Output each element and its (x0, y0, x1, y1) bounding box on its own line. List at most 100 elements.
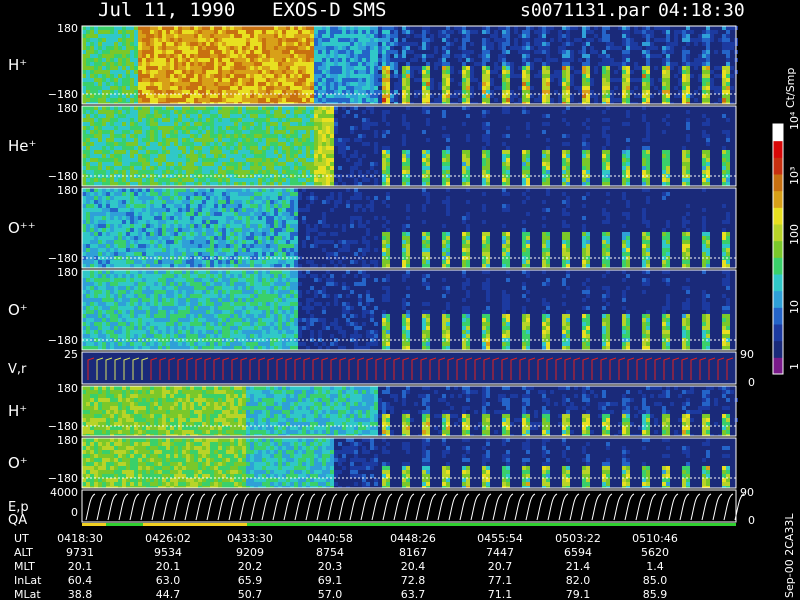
spectro-cell (394, 86, 398, 90)
spectro-cell (598, 62, 602, 66)
spectro-cell (298, 90, 302, 94)
spectro-cell (102, 142, 106, 146)
spectro-cell (114, 170, 118, 174)
spectro-cell (182, 122, 186, 126)
spectro-cell (118, 252, 122, 256)
spectro-cell (102, 58, 106, 62)
spectro-cell (126, 134, 130, 138)
spectro-cell (106, 58, 110, 62)
spectro-cell (254, 62, 258, 66)
spectro-cell (186, 122, 190, 126)
spectro-cell (306, 130, 310, 134)
spectro-cell (198, 54, 202, 58)
spectro-cell (126, 216, 130, 220)
spectro-cell (310, 158, 314, 162)
spectro-cell (554, 70, 558, 74)
spectro-cell (118, 240, 122, 244)
spectro-cell (422, 34, 426, 38)
spectro-cell (194, 240, 198, 244)
spectro-cell (146, 182, 150, 186)
spectro-cell (314, 170, 318, 174)
spectro-cell (170, 208, 174, 212)
spectro-cell (114, 166, 118, 170)
spectro-cell (194, 200, 198, 204)
spectro-cell (546, 138, 550, 142)
spectro-cell (90, 244, 94, 248)
spectro-cell (118, 26, 122, 30)
spectro-cell (274, 58, 278, 62)
spectro-cell (82, 62, 86, 66)
spectro-cell (214, 178, 218, 182)
spectro-cell (214, 170, 218, 174)
spectro-cell (234, 182, 238, 186)
spectro-cell (286, 26, 290, 30)
spectro-cell (186, 58, 190, 62)
spectro-cell (142, 38, 146, 42)
spectro-cell (370, 26, 374, 30)
spectro-cell (106, 118, 110, 122)
spectro-cell (642, 50, 646, 54)
spectro-cell (286, 106, 290, 110)
spectro-cell (298, 86, 302, 90)
spectro-cell (174, 138, 178, 142)
spectro-cell (202, 78, 206, 82)
spectro-cell (626, 154, 630, 158)
spectro-cell (226, 34, 230, 38)
spectro-cell (202, 106, 206, 110)
spectro-cell (326, 110, 330, 114)
spectro-cell (170, 26, 174, 30)
spectro-cell (258, 138, 262, 142)
spectro-cell (126, 34, 130, 38)
spectro-cell (358, 54, 362, 58)
spectro-cell (266, 38, 270, 42)
spectro-cell (290, 134, 294, 138)
spectro-cell (446, 162, 450, 166)
spectro-cell (114, 118, 118, 122)
spectro-cell (462, 62, 466, 66)
spectro-cell (150, 114, 154, 118)
spectro-cell (114, 86, 118, 90)
spectro-cell (286, 58, 290, 62)
spectro-cell (386, 82, 390, 86)
spectro-cell (646, 130, 650, 134)
spectro-cell (606, 58, 610, 62)
spectro-cell (290, 182, 294, 186)
spectro-cell (646, 50, 650, 54)
spectro-cell (178, 200, 182, 204)
spectro-cell (546, 26, 550, 30)
spectro-cell (366, 42, 370, 46)
spectro-cell (334, 122, 338, 126)
spectro-cell (154, 158, 158, 162)
spectro-cell (174, 78, 178, 82)
spectro-cell (290, 62, 294, 66)
spectro-cell (94, 158, 98, 162)
spectro-cell (334, 182, 338, 186)
spectro-cell (690, 62, 694, 66)
spectro-cell (446, 66, 450, 70)
spectro-cell (542, 130, 546, 134)
spectro-cell (162, 58, 166, 62)
spectro-cell (90, 42, 94, 46)
spectro-cell (418, 70, 422, 74)
spectro-cell (566, 38, 570, 42)
spectro-cell (230, 150, 234, 154)
spectro-cell (106, 26, 110, 30)
spectro-cell (218, 110, 222, 114)
spectro-cell (542, 50, 546, 54)
spectro-cell (506, 110, 510, 114)
spectro-cell (622, 50, 626, 54)
spectro-cell (258, 70, 262, 74)
spectro-cell (262, 118, 266, 122)
spectro-cell (234, 94, 238, 98)
spectro-cell (118, 232, 122, 236)
spectro-cell (234, 170, 238, 174)
spectro-cell (130, 220, 134, 224)
spectro-cell (226, 154, 230, 158)
spectro-cell (478, 82, 482, 86)
spectro-cell (326, 126, 330, 130)
spectro-cell (94, 82, 98, 86)
spectro-cell (98, 264, 102, 268)
spectro-cell (574, 38, 578, 42)
spectro-cell (238, 166, 242, 170)
spectro-cell (134, 34, 138, 38)
